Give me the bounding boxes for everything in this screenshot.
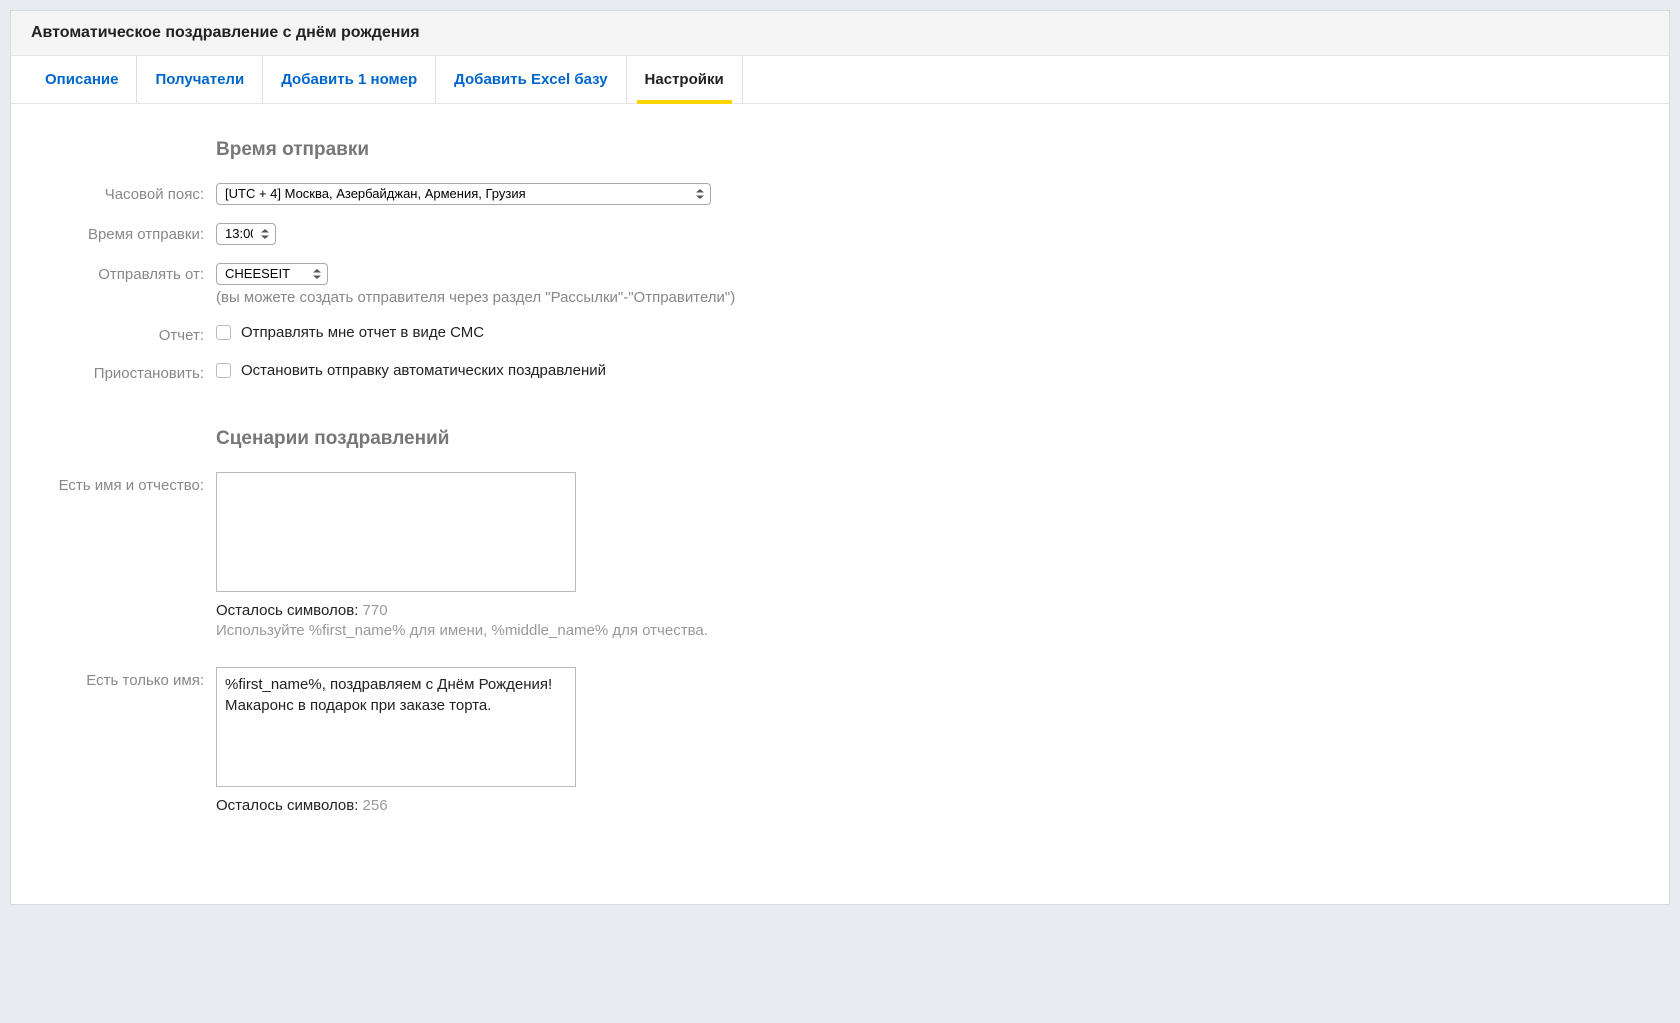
- counter-label-1: Осталось символов:: [216, 602, 358, 619]
- tab-recipients[interactable]: Получатели: [137, 56, 263, 103]
- tab-settings[interactable]: Настройки: [627, 56, 743, 103]
- textarea-name-patronymic[interactable]: [216, 472, 576, 592]
- counter-value-2: 256: [363, 797, 388, 814]
- label-name-patronymic: Есть имя и отчество:: [31, 472, 216, 494]
- hint-name-patronymic: Используйте %first_name% для имени, %mid…: [216, 622, 996, 639]
- page-title: Автоматическое поздравление с днём рожде…: [31, 24, 1649, 42]
- section-heading-sending-time: Время отправки: [216, 139, 1649, 161]
- checkbox-report-label: Отправлять мне отчет в виде СМС: [241, 324, 484, 341]
- checkbox-report[interactable]: [216, 325, 231, 340]
- counter-name-patronymic: Осталось символов: 770: [216, 602, 996, 619]
- counter-only-name: Осталось символов: 256: [216, 797, 996, 814]
- textarea-only-name[interactable]: %first_name%, поздравляем с Днём Рождени…: [216, 667, 576, 787]
- label-suspend: Приостановить:: [31, 362, 216, 382]
- tab-description[interactable]: Описание: [21, 56, 137, 103]
- panel-header: Автоматическое поздравление с днём рожде…: [11, 11, 1669, 56]
- sender-hint: (вы можете создать отправителя через раз…: [216, 289, 996, 306]
- tab-add-number[interactable]: Добавить 1 номер: [263, 56, 436, 103]
- tab-content: Время отправки Часовой пояс: [UTC + 4] М…: [11, 104, 1669, 904]
- select-sender[interactable]: CHEESEIT: [216, 263, 328, 285]
- select-timezone[interactable]: [UTC + 4] Москва, Азербайджан, Армения, …: [216, 183, 711, 205]
- settings-panel: Автоматическое поздравление с днём рожде…: [10, 10, 1670, 905]
- label-sender: Отправлять от:: [31, 263, 216, 283]
- label-report: Отчет:: [31, 324, 216, 344]
- counter-label-2: Осталось символов:: [216, 797, 358, 814]
- checkbox-suspend-label: Остановить отправку автоматических поздр…: [241, 362, 606, 379]
- select-send-time[interactable]: 13:00: [216, 223, 276, 245]
- label-only-name: Есть только имя:: [31, 667, 216, 689]
- tabs-nav: Описание Получатели Добавить 1 номер Доб…: [11, 56, 1669, 104]
- section-heading-scenarios: Сценарии поздравлений: [216, 428, 1649, 450]
- tab-add-excel[interactable]: Добавить Excel базу: [436, 56, 626, 103]
- checkbox-suspend[interactable]: [216, 363, 231, 378]
- counter-value-1: 770: [363, 602, 388, 619]
- label-send-time: Время отправки:: [31, 223, 216, 243]
- label-timezone: Часовой пояс:: [31, 183, 216, 203]
